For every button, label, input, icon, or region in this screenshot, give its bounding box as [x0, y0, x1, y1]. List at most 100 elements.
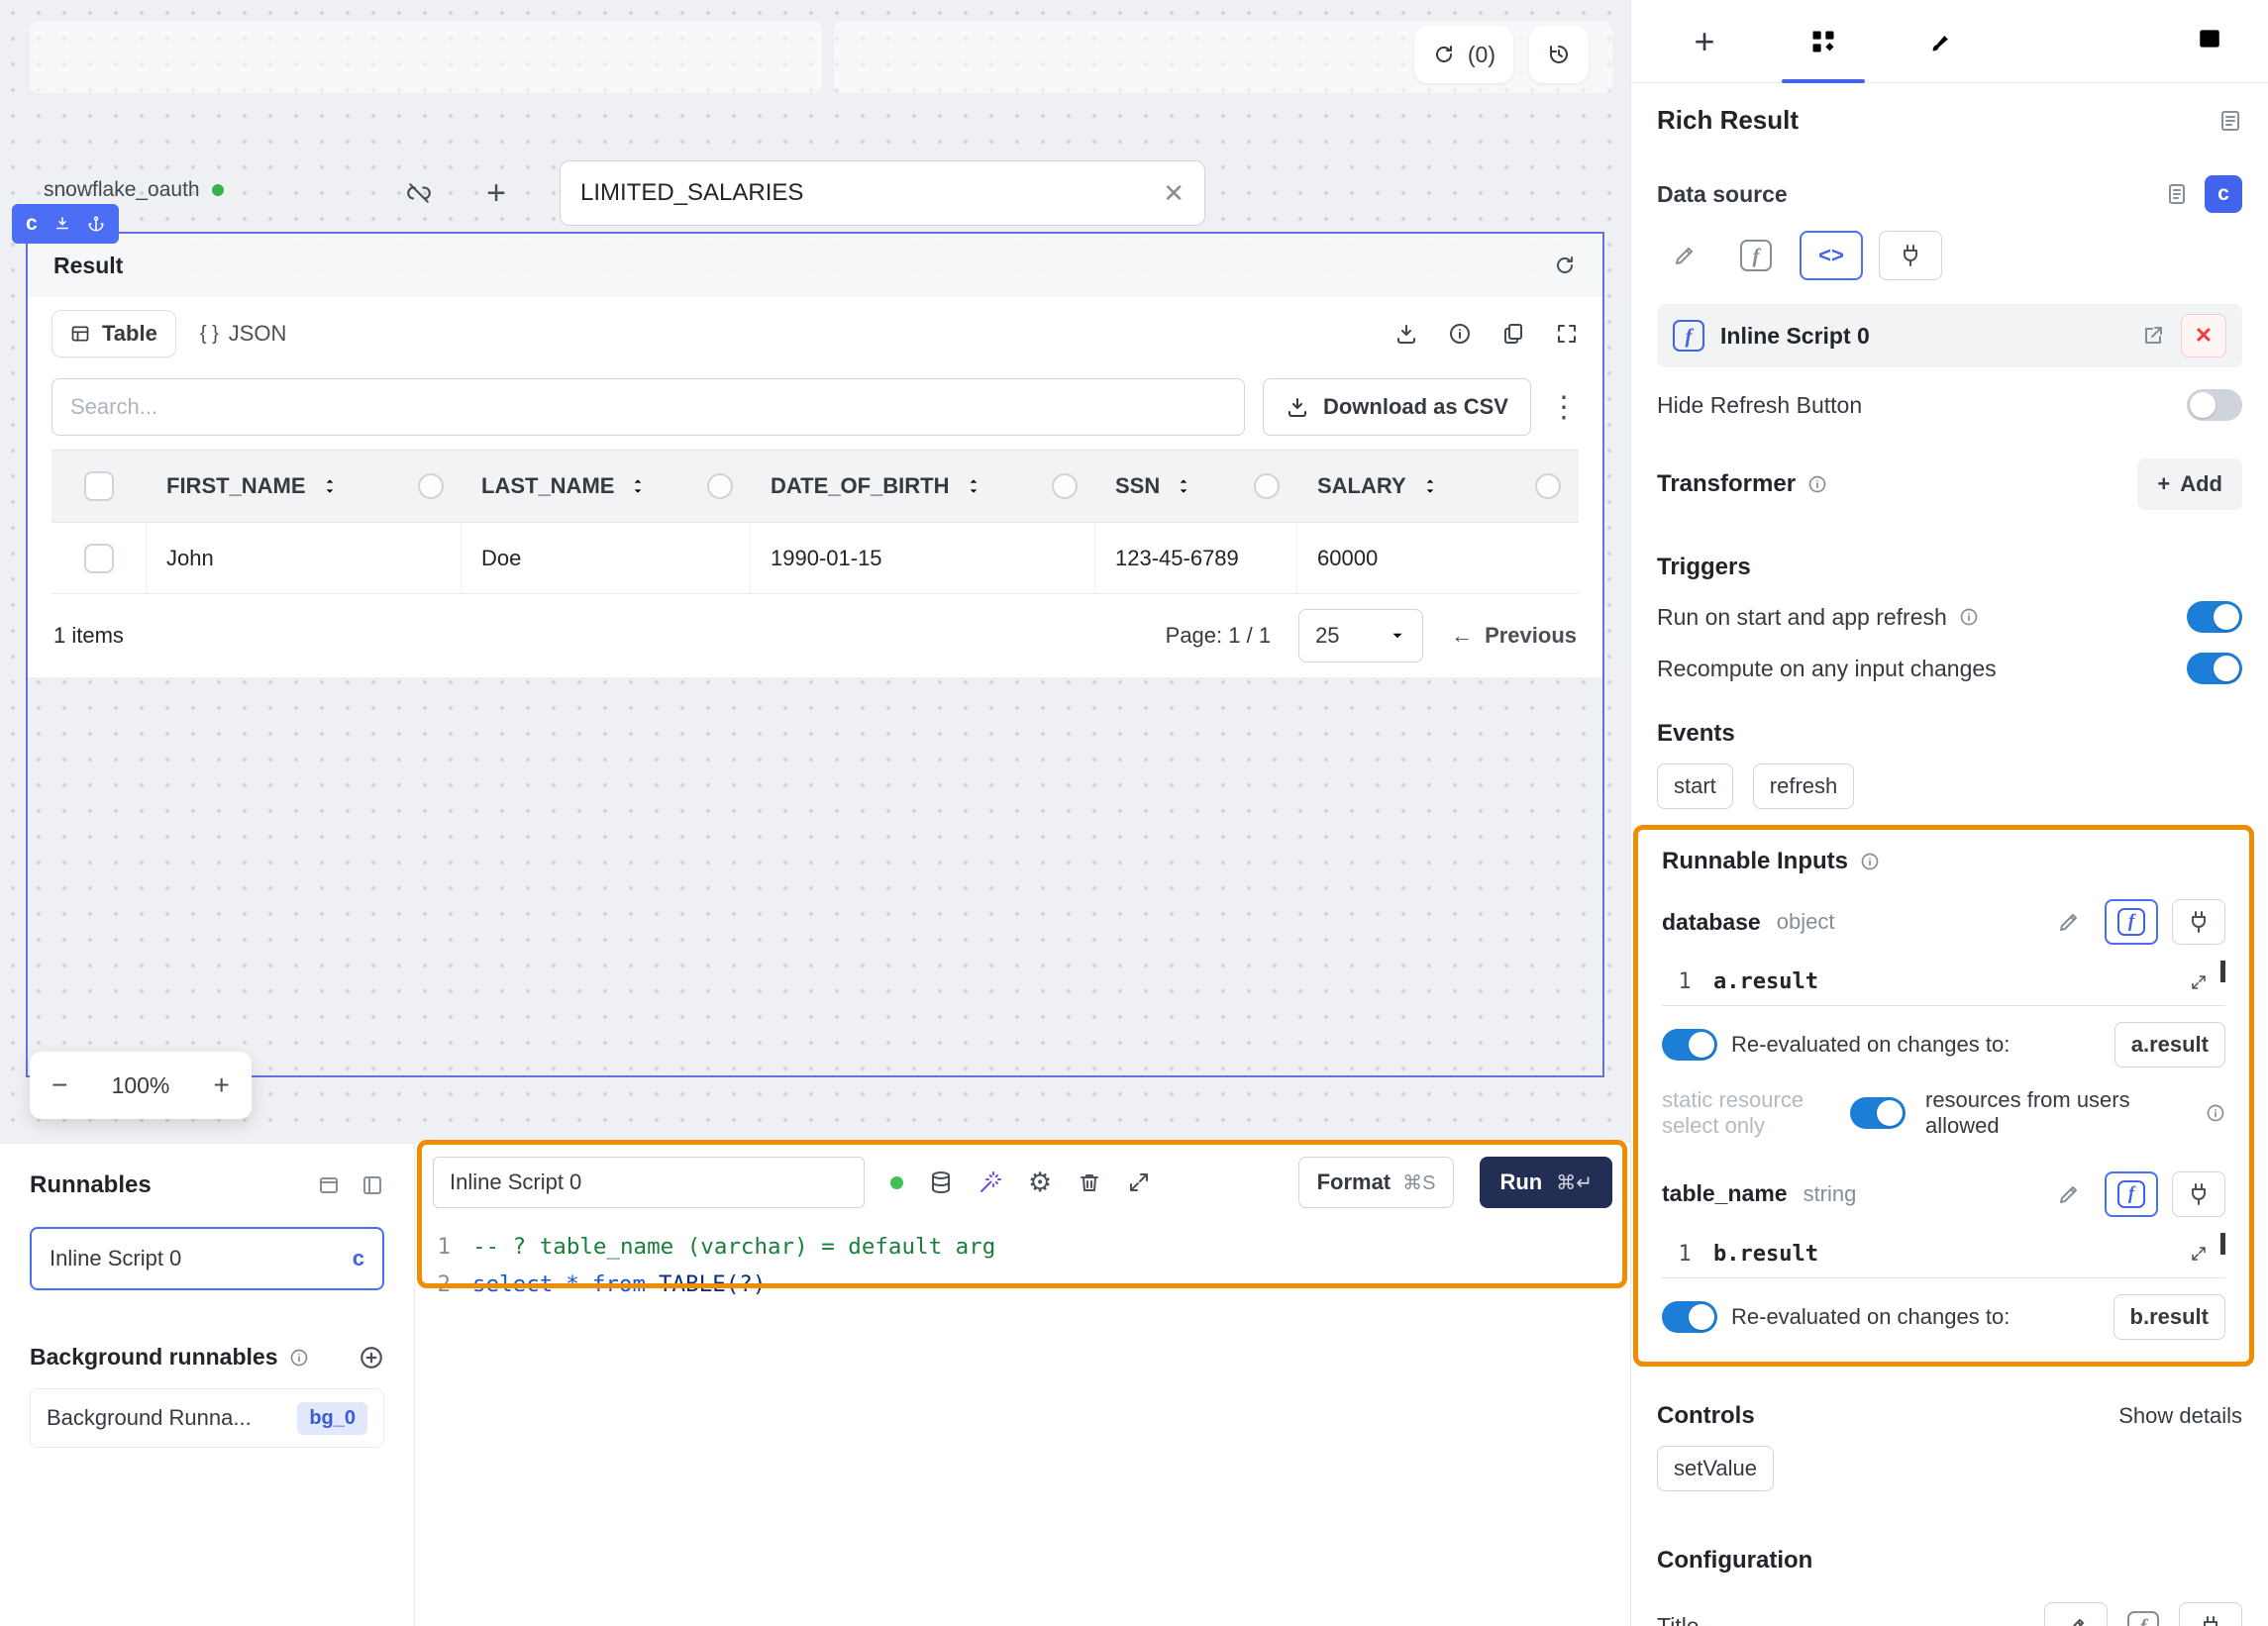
background-runnable-item[interactable]: Background Runna... bg_0: [30, 1388, 384, 1448]
table-name-expression-editor[interactable]: 1 b.result: [1662, 1231, 2225, 1278]
database-icon[interactable]: [929, 1170, 953, 1194]
tab-components[interactable]: [1796, 0, 1851, 83]
edit-source-button[interactable]: [1657, 231, 1712, 280]
format-button[interactable]: Format ⌘S: [1298, 1157, 1455, 1208]
arrow-down-to-line-icon[interactable]: [53, 215, 71, 233]
dependency-chip[interactable]: a.result: [2114, 1022, 2225, 1067]
inline-script-source-button[interactable]: <>: [1800, 231, 1863, 280]
scrollbar-thumb[interactable]: [2220, 961, 2225, 982]
control-chip-setvalue[interactable]: setValue: [1657, 1446, 1774, 1491]
info-icon[interactable]: [1448, 322, 1472, 346]
app-canvas[interactable]: (0) snowflake_oauth c + ✕ Result: [0, 0, 1630, 1143]
event-chip-refresh[interactable]: refresh: [1753, 763, 1854, 809]
sort-icon[interactable]: [1174, 476, 1193, 496]
expand-icon[interactable]: [1127, 1170, 1151, 1194]
zoom-out-button[interactable]: −: [52, 1069, 67, 1101]
zoom-in-button[interactable]: +: [214, 1069, 230, 1101]
download-csv-button[interactable]: Download as CSV: [1263, 378, 1531, 436]
expand-icon[interactable]: [1555, 322, 1579, 346]
sql-code-editor[interactable]: 1 -- ? table_name (varchar) = default ar…: [415, 1228, 1630, 1303]
connect-mode-button[interactable]: [2172, 899, 2225, 945]
info-icon[interactable]: [1959, 607, 1979, 627]
column-toggle[interactable]: [418, 473, 444, 499]
show-details-link[interactable]: Show details: [2118, 1403, 2242, 1429]
list-icon[interactable]: [361, 1173, 384, 1197]
expand-icon[interactable]: [2190, 973, 2208, 991]
collapse-panel-icon[interactable]: [2197, 26, 2222, 56]
reevaluate-toggle[interactable]: [1662, 1029, 1717, 1061]
copy-icon[interactable]: [1501, 322, 1525, 346]
sort-icon[interactable]: [964, 476, 983, 496]
sort-icon[interactable]: [628, 476, 648, 496]
unlink-button[interactable]: [396, 170, 442, 216]
selection-tag[interactable]: c: [12, 204, 119, 244]
row-checkbox[interactable]: [84, 544, 114, 573]
info-icon[interactable]: [1860, 852, 1880, 871]
add-button[interactable]: +: [473, 170, 519, 216]
event-chip-start[interactable]: start: [1657, 763, 1733, 809]
page-size-select[interactable]: 25: [1298, 609, 1423, 662]
sort-icon[interactable]: [1420, 476, 1440, 496]
run-button[interactable]: Run ⌘↵: [1480, 1157, 1612, 1208]
notes-icon[interactable]: [2218, 109, 2242, 133]
refresh-icon[interactable]: [1553, 254, 1577, 277]
function-mode-button[interactable]: f: [2105, 1171, 2158, 1217]
selected-source-chip[interactable]: f Inline Script 0 ✕: [1657, 304, 2242, 367]
component-badge[interactable]: c: [2205, 175, 2242, 213]
runnable-item-inline-script-0[interactable]: Inline Script 0 c: [30, 1227, 384, 1290]
sort-icon[interactable]: [320, 476, 340, 496]
connect-mode-button[interactable]: [2172, 1171, 2225, 1217]
previous-page-button[interactable]: ← Previous: [1451, 623, 1577, 649]
table-row[interactable]: John Doe 1990-01-15 123-45-6789 60000: [52, 523, 1579, 594]
column-toggle[interactable]: [707, 473, 733, 499]
dependency-chip[interactable]: b.result: [2113, 1294, 2225, 1340]
function-source-button[interactable]: f: [1728, 231, 1784, 280]
tab-styles[interactable]: [1914, 0, 1970, 83]
select-all-checkbox[interactable]: [84, 471, 114, 501]
history-button[interactable]: [1529, 26, 1589, 83]
run-on-start-toggle[interactable]: [2187, 601, 2242, 633]
refresh-count-button[interactable]: (0): [1414, 26, 1513, 83]
connect-mode-button[interactable]: [2179, 1602, 2242, 1626]
clear-icon[interactable]: ✕: [1163, 178, 1185, 209]
info-icon[interactable]: [2206, 1103, 2225, 1123]
script-name-input[interactable]: [433, 1157, 865, 1208]
more-options-icon[interactable]: ⋮: [1549, 390, 1579, 425]
hide-refresh-toggle[interactable]: [2187, 389, 2242, 421]
function-mode-button[interactable]: f: [2121, 1602, 2165, 1626]
expand-icon[interactable]: [2190, 1245, 2208, 1263]
component-name-input[interactable]: [580, 179, 1163, 207]
recompute-toggle[interactable]: [2187, 653, 2242, 684]
column-toggle[interactable]: [1254, 473, 1280, 499]
function-mode-button[interactable]: f: [2105, 899, 2158, 945]
connect-source-button[interactable]: [1879, 231, 1942, 280]
search-input[interactable]: [52, 378, 1245, 436]
tab-add-component[interactable]: +: [1677, 0, 1732, 83]
edit-mode-button[interactable]: [2047, 897, 2091, 947]
column-toggle[interactable]: [1052, 473, 1078, 499]
panel-icon[interactable]: [317, 1173, 341, 1197]
info-icon[interactable]: [289, 1348, 309, 1368]
document-icon[interactable]: [2165, 182, 2189, 206]
download-icon[interactable]: [1394, 322, 1418, 346]
edit-mode-button[interactable]: [2047, 1169, 2091, 1219]
result-container[interactable]: Result Table { } JSON: [26, 232, 1604, 1077]
scrollbar-thumb[interactable]: [2220, 1233, 2225, 1255]
trash-icon[interactable]: [1078, 1170, 1101, 1194]
edit-mode-button[interactable]: [2044, 1602, 2108, 1626]
remove-source-button[interactable]: ✕: [2181, 314, 2226, 357]
magic-wand-icon[interactable]: [979, 1170, 1002, 1194]
resources-from-users-toggle[interactable]: [1850, 1097, 1906, 1129]
column-toggle[interactable]: [1535, 473, 1561, 499]
anchor-icon[interactable]: [87, 215, 105, 233]
gear-icon[interactable]: ⚙: [1028, 1169, 1052, 1196]
database-expression-editor[interactable]: 1 a.result: [1662, 959, 2225, 1006]
tab-table[interactable]: Table: [52, 310, 176, 357]
datasource-label[interactable]: snowflake_oauth: [44, 178, 224, 202]
add-transformer-button[interactable]: + Add: [2137, 458, 2242, 510]
external-link-icon[interactable]: [2141, 324, 2165, 348]
info-icon[interactable]: [1807, 474, 1827, 494]
reevaluate-toggle[interactable]: [1662, 1301, 1717, 1333]
add-background-runnable-button[interactable]: [359, 1345, 384, 1371]
tab-json[interactable]: { } JSON: [200, 321, 287, 347]
